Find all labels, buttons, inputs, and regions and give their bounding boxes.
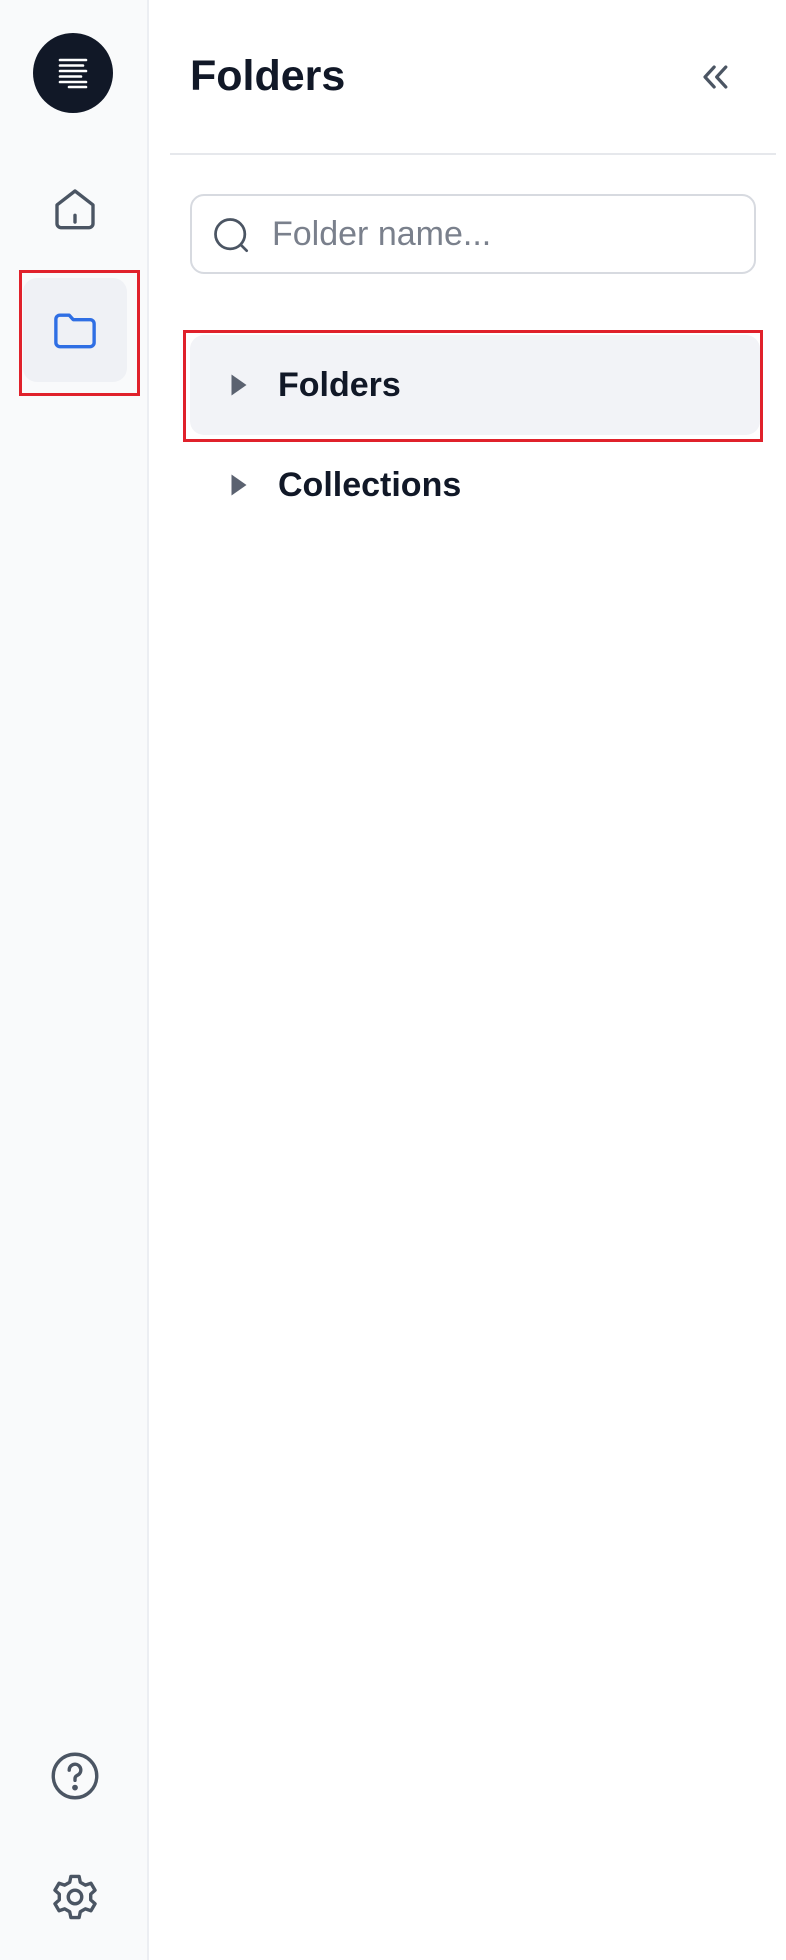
- home-icon: [55, 189, 95, 230]
- stacked-lines-logo-icon: [58, 58, 88, 89]
- caret-right-icon[interactable]: [230, 473, 248, 497]
- help-icon: [51, 1752, 99, 1800]
- rail-help-button[interactable]: [23, 1724, 127, 1828]
- folder-search-input[interactable]: [272, 206, 742, 262]
- rail-settings-button[interactable]: [23, 1845, 127, 1949]
- caret-right-icon[interactable]: [230, 373, 248, 397]
- rail-home-button[interactable]: [23, 157, 127, 261]
- folder-icon: [54, 313, 96, 349]
- tree-item-collections[interactable]: Collections: [190, 435, 760, 535]
- tree-item-folders[interactable]: Folders: [190, 335, 760, 435]
- folder-search: [190, 194, 756, 274]
- collapse-panel-button[interactable]: [690, 52, 740, 102]
- rail-folders-button[interactable]: [23, 278, 127, 382]
- tree-item-label: Collections: [278, 466, 462, 504]
- panel-title: Folders: [190, 52, 346, 100]
- panel-divider: [170, 153, 776, 155]
- app-logo[interactable]: [33, 33, 113, 113]
- search-icon: [214, 218, 249, 253]
- gear-icon: [53, 1874, 97, 1920]
- tree-item-label: Folders: [278, 366, 401, 404]
- nav-rail: [0, 0, 149, 1960]
- double-chevron-left-icon: [703, 65, 728, 89]
- app-window: Folders Folders Collection: [0, 0, 786, 1960]
